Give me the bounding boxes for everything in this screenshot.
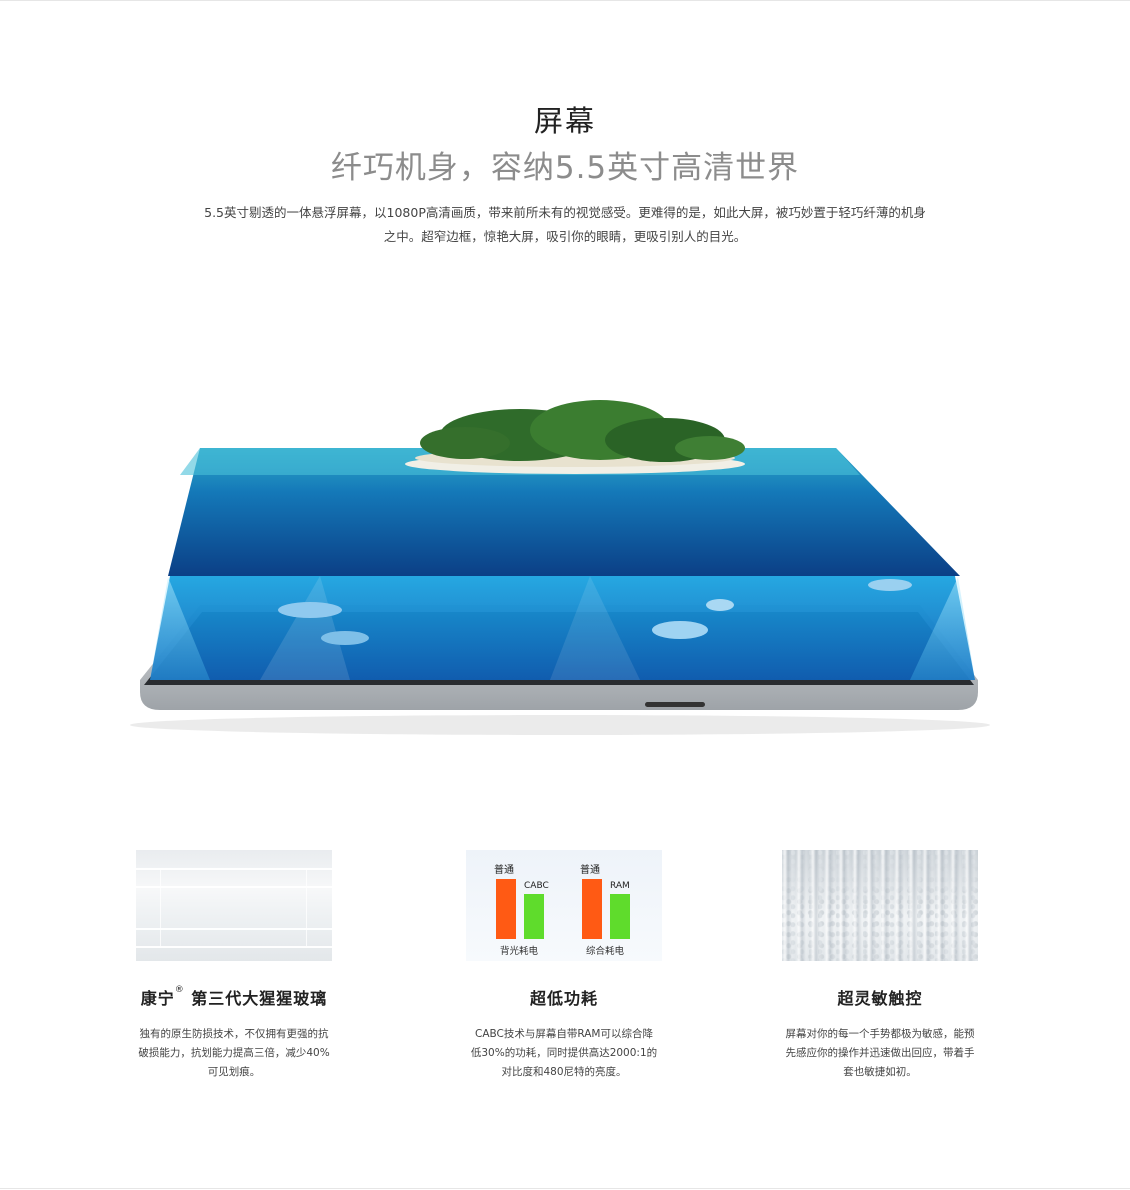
hero-phone-image	[120, 380, 1000, 750]
top-divider	[0, 0, 1130, 1]
chart-category-label: 背光耗电	[500, 946, 539, 957]
touch-thumbnail	[782, 850, 978, 961]
feature-description: 屏幕对你的每一个手势都极为敏感，能预 先感应你的操作并迅速做出回应，带着手 套也…	[785, 1028, 975, 1078]
chart-bar-improved	[610, 894, 630, 939]
glass-thumbnail	[136, 850, 332, 961]
feature-title: 超灵敏触控	[837, 989, 923, 1008]
section-subtitle: 纤巧机身，容纳5.5英寸高清世界	[330, 150, 800, 186]
chart-bar-label: 普通	[494, 865, 514, 876]
chart-bar-improved	[524, 894, 544, 939]
feature-touch: 超灵敏触控 屏幕对你的每一个手势都极为敏感，能预 先感应你的操作并迅速做出回应，…	[770, 850, 990, 1082]
chart-bar-normal	[582, 879, 602, 939]
chart-category-label: 综合耗电	[586, 946, 625, 957]
power-chart-thumbnail: 普通 CABC 背光耗电 普通 RAM 综合耗电	[466, 850, 662, 961]
feature-low-power: 普通 CABC 背光耗电 普通 RAM 综合耗电 超低功耗 CABC技术与屏幕自带RAM可…	[454, 850, 674, 1082]
chart-bar-label: 普通	[580, 865, 600, 876]
feature-description: 独有的原生防损技术，不仅拥有更强的抗 破损能力，抗划能力提高三倍，减少40% 可…	[138, 1028, 330, 1078]
feature-title: 康宁® 第三代大猩猩玻璃	[140, 985, 328, 1008]
chart-bar-label: CABC	[524, 881, 549, 891]
chart-bar-normal	[496, 879, 516, 939]
bottom-divider	[0, 1188, 1130, 1189]
feature-gorilla-glass: 康宁® 第三代大猩猩玻璃 独有的原生防损技术，不仅拥有更强的抗 破损能力，抗划能…	[124, 850, 344, 1082]
description-line-1: 5.5英寸剔透的一体悬浮屏幕，以1080P高清画质，带来前所未有的视觉感受。更难…	[204, 205, 926, 220]
description-line-2: 之中。超窄边框，惊艳大屏，吸引你的眼睛，更吸引别人的目光。	[383, 229, 747, 244]
chart-bar-label: RAM	[610, 881, 630, 891]
feature-description: CABC技术与屏幕自带RAM可以综合降 低30%的功耗，同时提供高达2000:1…	[470, 1028, 658, 1078]
section-description: 5.5英寸剔透的一体悬浮屏幕，以1080P高清画质，带来前所未有的视觉感受。更难…	[170, 201, 960, 249]
section-title: 屏幕	[533, 104, 596, 138]
feature-title: 超低功耗	[529, 989, 598, 1008]
